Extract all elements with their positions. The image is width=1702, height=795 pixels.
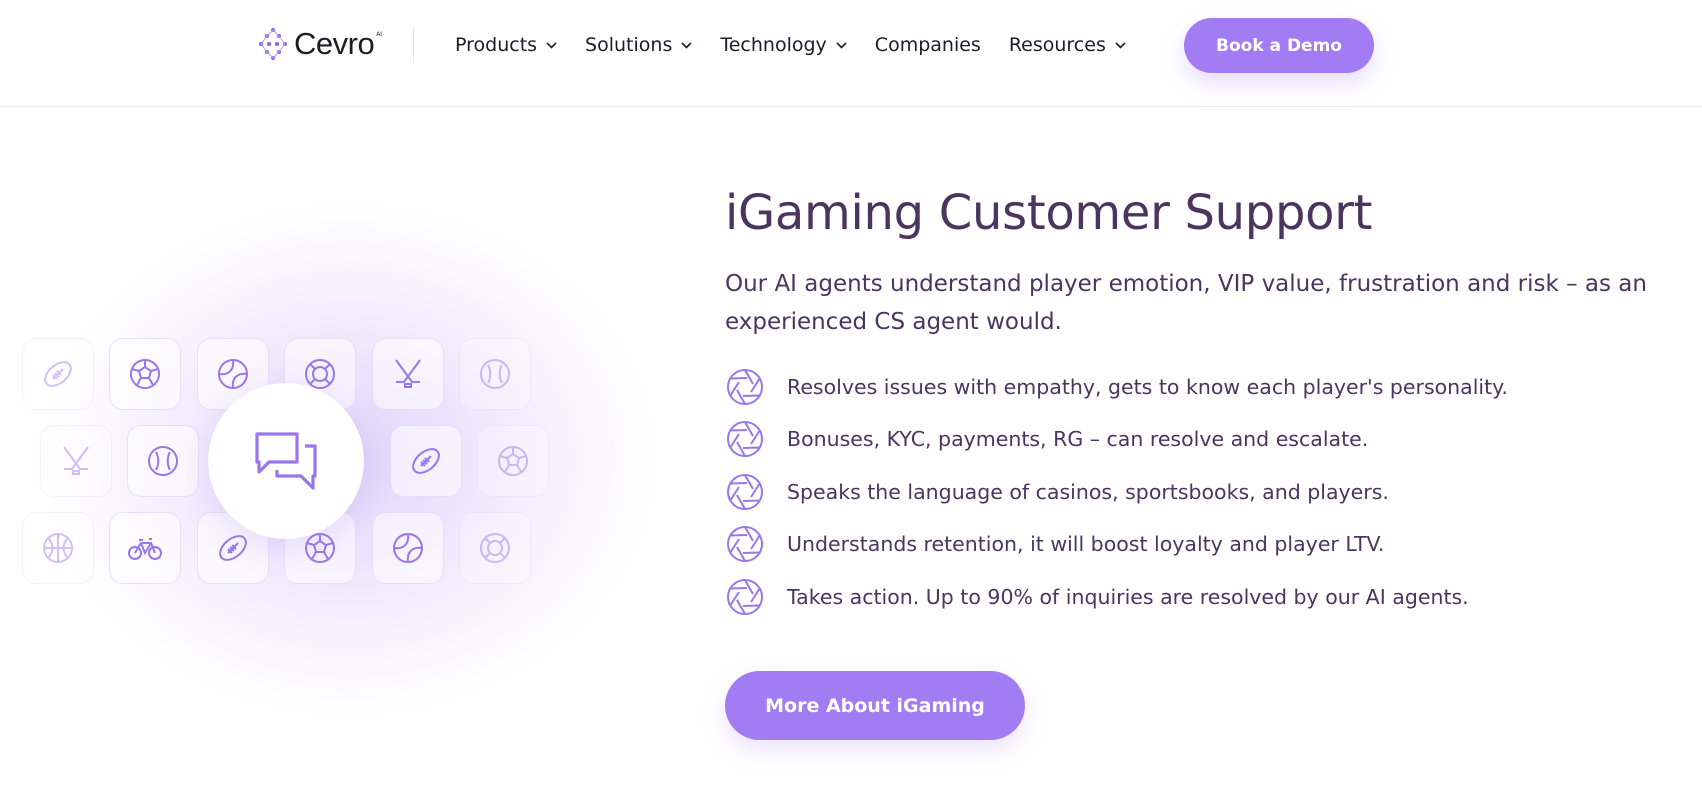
nav-item-resources[interactable]: Resources bbox=[1009, 34, 1126, 56]
life-ring-icon bbox=[459, 512, 531, 584]
aperture-icon bbox=[727, 473, 763, 510]
book-demo-button[interactable]: Book a Demo bbox=[1184, 18, 1374, 73]
sports-illustration bbox=[0, 200, 660, 720]
chevron-down-icon bbox=[836, 41, 847, 49]
basketball-icon bbox=[22, 512, 94, 584]
feature-item: Resolves issues with empathy, gets to kn… bbox=[725, 361, 1685, 414]
nav-item-products[interactable]: Products bbox=[455, 34, 557, 56]
feature-text: Bonuses, KYC, payments, RG – can resolve… bbox=[787, 427, 1369, 452]
tennis-ball-icon bbox=[372, 512, 444, 584]
baseball-icon bbox=[459, 338, 531, 410]
section-title: iGaming Customer Support bbox=[725, 185, 1373, 241]
american-football-icon bbox=[22, 338, 94, 410]
section-lead: Our AI agents understand player emotion,… bbox=[725, 270, 1647, 335]
site-header: Cevro AI Products Solutions Technology C… bbox=[0, 0, 1702, 107]
cevro-logo-icon bbox=[259, 28, 287, 60]
chevron-down-icon bbox=[546, 41, 557, 49]
feature-item: Understands retention, it will boost loy… bbox=[725, 518, 1685, 571]
nav-item-label: Companies bbox=[874, 34, 981, 56]
igaming-section: iGaming Customer Support Our AI agents u… bbox=[725, 185, 1685, 623]
nav-item-companies[interactable]: Companies bbox=[875, 34, 981, 56]
nav-item-label: Solutions bbox=[585, 34, 673, 56]
main-nav: Products Solutions Technology Companies … bbox=[455, 30, 1154, 60]
aperture-icon bbox=[727, 578, 763, 615]
header-divider bbox=[413, 27, 414, 63]
cevro-logo[interactable]: Cevro AI bbox=[255, 26, 382, 62]
feature-item: Bonuses, KYC, payments, RG – can resolve… bbox=[725, 413, 1685, 466]
chat-bubble-badge bbox=[208, 383, 364, 539]
logo-superscript: AI bbox=[376, 30, 383, 38]
aperture-icon bbox=[727, 368, 763, 405]
nav-item-solutions[interactable]: Solutions bbox=[585, 34, 692, 56]
feature-text: Resolves issues with empathy, gets to kn… bbox=[787, 374, 1508, 399]
more-about-igaming-button[interactable]: More About iGaming bbox=[725, 671, 1025, 740]
feature-text: Understands retention, it will boost loy… bbox=[787, 532, 1385, 557]
logo-wordmark: Cevro bbox=[294, 26, 375, 61]
baseball-icon bbox=[127, 425, 199, 497]
aperture-icon bbox=[727, 421, 763, 458]
feature-item: Takes action. Up to 90% of inquiries are… bbox=[725, 571, 1685, 624]
chat-bubbles-icon bbox=[255, 432, 317, 490]
feature-text: Takes action. Up to 90% of inquiries are… bbox=[787, 584, 1469, 609]
chevron-down-icon bbox=[1115, 41, 1126, 49]
soccer-ball-icon bbox=[477, 425, 549, 497]
nav-item-label: Technology bbox=[720, 34, 827, 56]
bicycle-icon bbox=[109, 512, 181, 584]
nav-item-label: Products bbox=[455, 34, 538, 56]
american-football-icon bbox=[390, 425, 462, 497]
feature-text: Speaks the language of casinos, sportsbo… bbox=[787, 479, 1389, 504]
nav-item-technology[interactable]: Technology bbox=[720, 34, 847, 56]
nav-item-label: Resources bbox=[1008, 34, 1106, 56]
feature-list: Resolves issues with empathy, gets to kn… bbox=[725, 361, 1685, 624]
hockey-sticks-icon bbox=[40, 425, 112, 497]
feature-item: Speaks the language of casinos, sportsbo… bbox=[725, 466, 1685, 519]
hockey-sticks-icon bbox=[372, 338, 444, 410]
aperture-icon bbox=[727, 526, 763, 563]
soccer-ball-icon bbox=[109, 338, 181, 410]
chevron-down-icon bbox=[681, 41, 692, 49]
